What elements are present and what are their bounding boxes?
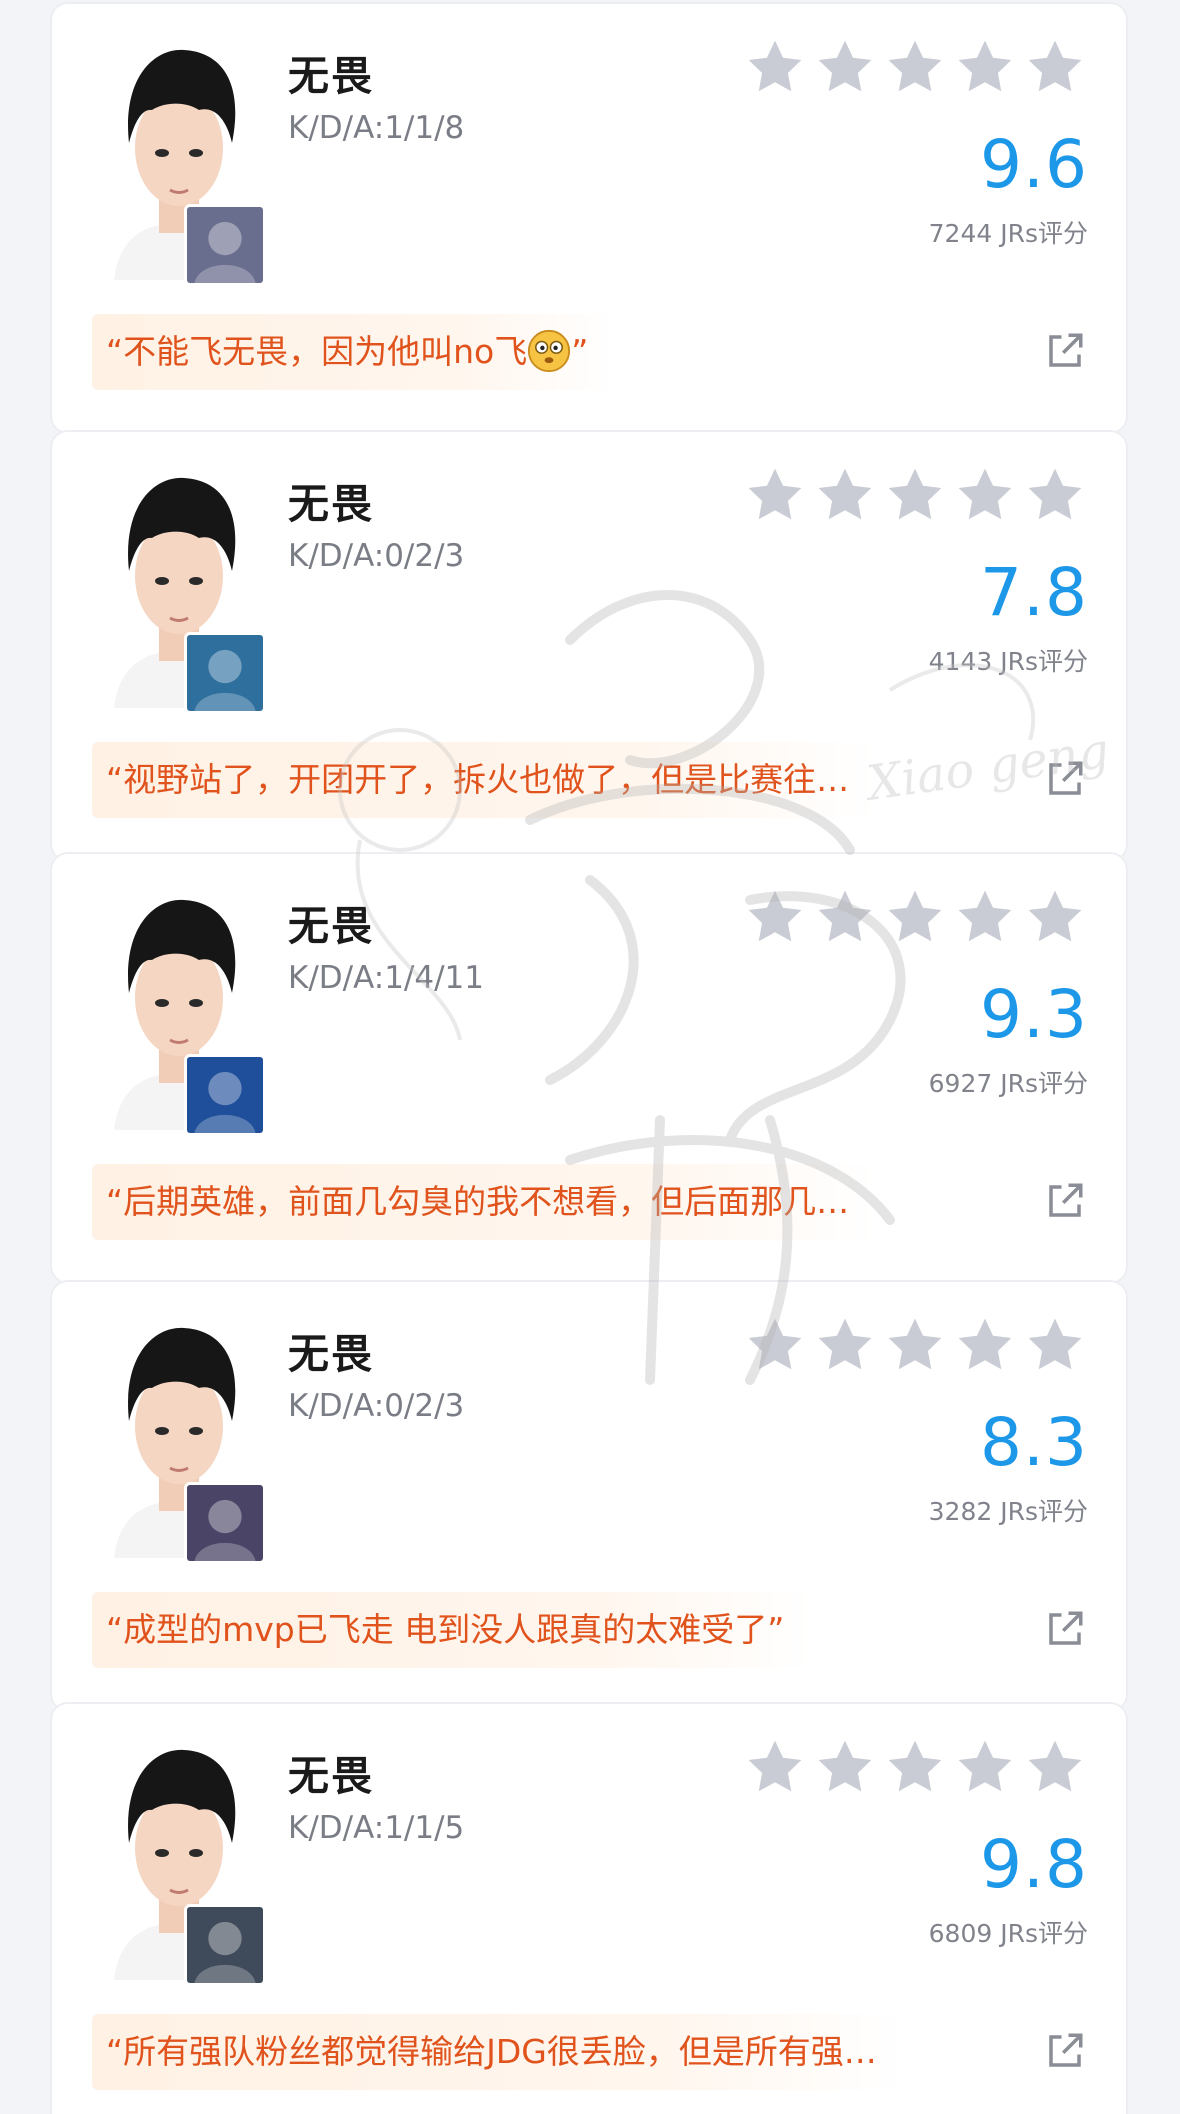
star-icon[interactable] (884, 1736, 946, 1798)
star-icon[interactable] (1024, 36, 1086, 98)
share-icon[interactable] (1044, 2030, 1086, 2072)
star-icon[interactable] (744, 1314, 806, 1376)
top-comment[interactable]: “成型的mvp已飞走 电到没人跟真的太难受了” (92, 1592, 813, 1668)
star-icon[interactable] (814, 1736, 876, 1798)
star-icon[interactable] (954, 36, 1016, 98)
star-icon[interactable] (1024, 464, 1086, 526)
share-icon[interactable] (1044, 1608, 1086, 1650)
star-icon[interactable] (954, 886, 1016, 948)
rating-count: 6927 JRs评分 (928, 1069, 1088, 1098)
average-score: 8.3 (980, 1404, 1088, 1481)
player-name: 无畏 (288, 902, 374, 950)
star-icon[interactable] (744, 464, 806, 526)
rating-count: 4143 JRs评分 (928, 647, 1088, 676)
star-icon[interactable] (744, 886, 806, 948)
top-comment[interactable]: “所有强队粉丝都觉得输给JDG很丢脸，但是所有强… (92, 2014, 905, 2090)
share-icon[interactable] (1044, 330, 1086, 372)
player-rating-card[interactable]: 无畏 K/D/A:1/1/5 9.8 6809 JRs评分 “所有强队粉丝都觉得… (50, 1702, 1128, 2114)
hero-portrait[interactable] (184, 1904, 266, 1986)
star-icon[interactable] (814, 36, 876, 98)
top-comment[interactable]: “视野站了，开团开了，拆火也做了，但是比赛往… (92, 742, 878, 818)
comment-text: “所有强队粉丝都觉得输给JDG很丢脸，但是所有强… (106, 2032, 877, 2071)
rating-list: 无畏 K/D/A:1/1/8 9.6 7244 JRs评分 “不能飞无畏，因为他… (0, 0, 1180, 2114)
hero-portrait[interactable] (184, 632, 266, 714)
star-icon[interactable] (814, 886, 876, 948)
rating-count: 3282 JRs评分 (928, 1497, 1088, 1526)
star-icon[interactable] (884, 464, 946, 526)
star-rating[interactable] (744, 886, 1086, 948)
kda-stat: K/D/A:1/1/5 (288, 1810, 465, 1846)
player-name: 无畏 (288, 480, 374, 528)
hero-portrait[interactable] (184, 204, 266, 286)
star-icon[interactable] (744, 1736, 806, 1798)
player-name: 无畏 (288, 1330, 374, 1378)
player-name: 无畏 (288, 52, 374, 100)
comment-text: “后期英雄，前面几勾臭的我不想看，但后面那几… (106, 1182, 850, 1221)
star-icon[interactable] (1024, 1314, 1086, 1376)
player-rating-card[interactable]: 无畏 K/D/A:1/4/11 9.3 6927 JRs评分 “后期英雄，前面几… (50, 852, 1128, 1284)
star-rating[interactable] (744, 464, 1086, 526)
average-score: 9.6 (980, 126, 1088, 203)
star-icon[interactable] (744, 36, 806, 98)
player-rating-card[interactable]: 无畏 K/D/A:0/2/3 8.3 3282 JRs评分 “成型的mvp已飞走… (50, 1280, 1128, 1712)
kda-stat: K/D/A:0/2/3 (288, 538, 465, 574)
player-rating-card[interactable]: 无畏 K/D/A:1/1/8 9.6 7244 JRs评分 “不能飞无畏，因为他… (50, 2, 1128, 434)
star-icon[interactable] (1024, 886, 1086, 948)
comment-text: “成型的mvp已飞走 电到没人跟真的太难受了” (106, 1610, 785, 1649)
player-rating-card[interactable]: 无畏 K/D/A:0/2/3 7.8 4143 JRs评分 “视野站了，开团开了… (50, 430, 1128, 862)
rating-count: 7244 JRs评分 (928, 219, 1088, 248)
dazed-emoji-icon (528, 329, 571, 373)
kda-stat: K/D/A:1/1/8 (288, 110, 465, 146)
star-rating[interactable] (744, 36, 1086, 98)
star-icon[interactable] (884, 1314, 946, 1376)
comment-text: “视野站了，开团开了，拆火也做了，但是比赛往… (106, 760, 850, 799)
hero-portrait[interactable] (184, 1054, 266, 1136)
average-score: 7.8 (980, 554, 1088, 631)
star-rating[interactable] (744, 1314, 1086, 1376)
comment-tail: ” (571, 332, 589, 371)
top-comment[interactable]: “不能飞无畏，因为他叫no飞 ” (92, 314, 617, 390)
hero-portrait[interactable] (184, 1482, 266, 1564)
star-icon[interactable] (1024, 1736, 1086, 1798)
average-score: 9.8 (980, 1826, 1088, 1903)
share-icon[interactable] (1044, 758, 1086, 800)
kda-stat: K/D/A:1/4/11 (288, 960, 484, 996)
player-name: 无畏 (288, 1752, 374, 1800)
star-icon[interactable] (814, 464, 876, 526)
top-comment[interactable]: “后期英雄，前面几勾臭的我不想看，但后面那几… (92, 1164, 878, 1240)
rating-count: 6809 JRs评分 (928, 1919, 1088, 1948)
comment-text: “不能飞无畏，因为他叫no飞 (106, 332, 528, 371)
average-score: 9.3 (980, 976, 1088, 1053)
star-icon[interactable] (954, 1736, 1016, 1798)
star-icon[interactable] (884, 36, 946, 98)
star-icon[interactable] (954, 464, 1016, 526)
share-icon[interactable] (1044, 1180, 1086, 1222)
star-icon[interactable] (814, 1314, 876, 1376)
kda-stat: K/D/A:0/2/3 (288, 1388, 465, 1424)
star-icon[interactable] (884, 886, 946, 948)
star-rating[interactable] (744, 1736, 1086, 1798)
star-icon[interactable] (954, 1314, 1016, 1376)
